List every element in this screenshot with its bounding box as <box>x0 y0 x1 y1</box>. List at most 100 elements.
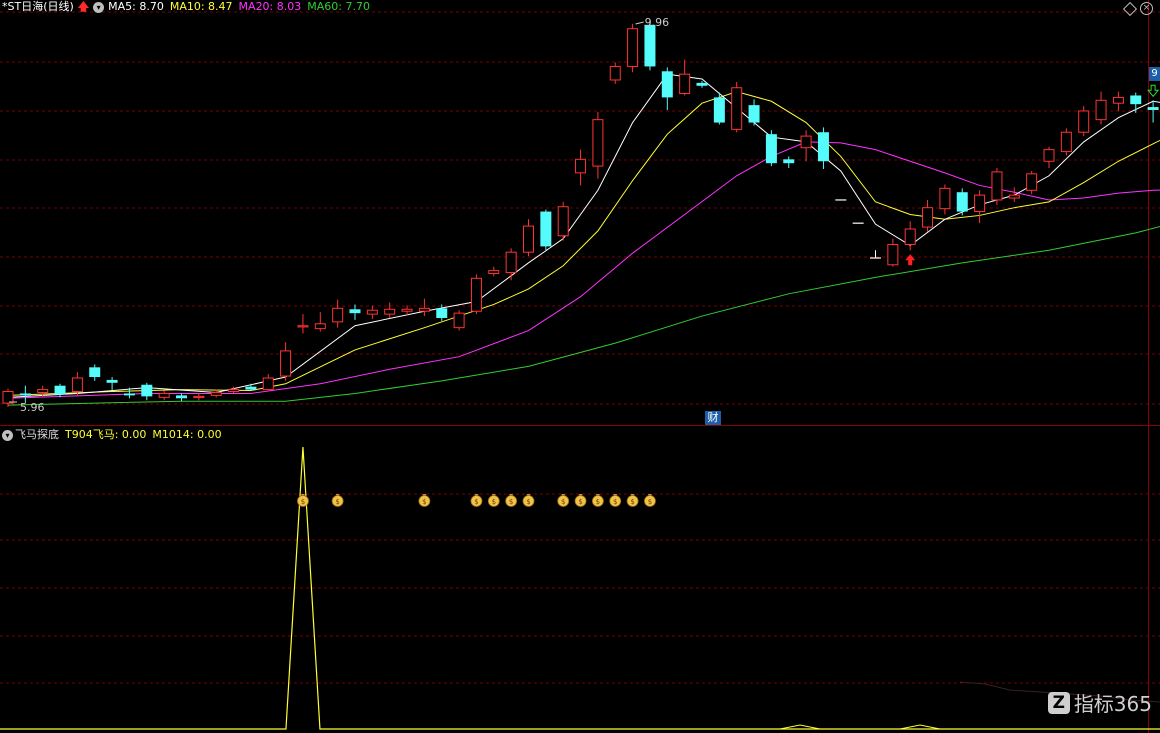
candle-body <box>1130 95 1142 105</box>
chart-window[interactable]: $ $ $ $ $ $ $ $ $ $ $ $ $ 9.96 5.96 *ST日海(日线) 🡅 ▾ MA5: 8… <box>0 0 1160 733</box>
sell-arrow-icon <box>1147 84 1160 98</box>
candle <box>991 168 1003 205</box>
candle-body <box>193 395 205 399</box>
ma20-value: MA20: 8.03 <box>238 0 302 13</box>
candle <box>349 304 361 320</box>
candle <box>54 383 66 398</box>
high-price-marker: 9.96 <box>645 16 670 29</box>
ma5-line <box>7 73 1160 398</box>
candle-body <box>106 379 118 383</box>
candle <box>332 299 344 328</box>
candle <box>609 62 621 84</box>
candle <box>956 188 968 216</box>
stock-name[interactable]: *ST日海 <box>2 0 43 14</box>
candle-body <box>505 251 517 274</box>
candle-body <box>922 207 934 228</box>
candle-body <box>748 105 760 123</box>
candle <box>800 130 812 162</box>
candle-body <box>314 323 326 330</box>
candle-body <box>800 135 812 149</box>
candle-body <box>228 389 240 393</box>
candle <box>488 266 500 277</box>
candle-body <box>349 309 361 314</box>
indicator-name[interactable]: 飞马探底 <box>15 428 59 442</box>
candle-body <box>280 350 292 377</box>
money-bag-icon: $ <box>522 494 535 507</box>
candle <box>418 298 430 317</box>
low-price-marker: 5.96 <box>20 401 45 414</box>
candle <box>748 99 760 126</box>
watermark-logo-icon: Z <box>1047 691 1070 714</box>
candle <box>106 377 118 391</box>
candle-body <box>765 134 777 164</box>
candle-body <box>974 194 986 213</box>
candle-body <box>384 308 396 315</box>
candle <box>210 389 222 398</box>
money-bag-symbol: $ <box>301 498 305 506</box>
candle <box>453 310 465 331</box>
indicator-settings-icon[interactable]: ▾ <box>2 429 13 441</box>
candle-body <box>956 192 968 212</box>
money-bag-icon: $ <box>505 494 518 507</box>
red-up-arrow-icon: 🡅 <box>77 0 90 13</box>
candle <box>1043 146 1055 169</box>
candle-body <box>418 307 430 312</box>
money-bag-icon: $ <box>592 494 604 507</box>
candle <box>1112 91 1124 111</box>
kline-chart-canvas[interactable]: $ $ $ $ $ $ $ $ $ $ $ $ $ 9.96 5.96 <box>0 0 1160 733</box>
ma10-value: MA10: 8.47 <box>169 0 233 13</box>
candle-body <box>332 307 344 323</box>
money-bag-icon: $ <box>470 494 483 507</box>
candle-body <box>141 384 153 397</box>
candle <box>523 219 534 257</box>
candle-body <box>176 395 187 399</box>
candle <box>679 59 691 96</box>
candle <box>887 238 899 267</box>
candle-body <box>1095 99 1107 121</box>
candle <box>262 374 274 392</box>
candle <box>245 383 257 391</box>
candle <box>540 209 552 251</box>
money-bag-symbol: $ <box>509 498 513 506</box>
candle-body <box>245 386 257 390</box>
candle-body <box>297 325 309 328</box>
candle-body <box>37 389 49 393</box>
candle-body <box>523 225 534 253</box>
candle-body <box>1078 110 1090 133</box>
candle <box>280 342 292 381</box>
finance-badge[interactable]: 财 <box>705 411 721 425</box>
candle-body <box>627 28 639 67</box>
candle-body <box>783 159 795 164</box>
money-bag-symbol: $ <box>422 498 426 506</box>
candle <box>176 393 187 402</box>
candle <box>922 199 934 232</box>
candle-body <box>644 24 656 67</box>
candle-body <box>679 73 691 95</box>
candle-body <box>1026 173 1038 191</box>
price-grid <box>0 0 1160 733</box>
ma10-line <box>7 91 1160 396</box>
settings-circle-icon[interactable]: ▾ <box>93 1 105 13</box>
candle <box>297 314 309 334</box>
price-edge-tag: 9 <box>1149 67 1160 81</box>
moving-average-lines <box>7 73 1160 406</box>
candle <box>939 184 951 215</box>
high-marker-line <box>635 21 644 25</box>
money-bag-symbol: $ <box>596 498 600 506</box>
candle-body <box>262 377 274 391</box>
m1014-value: M1014: 0.00 <box>152 428 222 441</box>
money-bag-icon: $ <box>644 494 656 507</box>
money-bag-icon: $ <box>297 494 309 507</box>
candle <box>89 364 101 381</box>
candle-body <box>609 65 621 81</box>
watermark-text: 指标365 <box>1073 692 1152 716</box>
candle <box>141 382 153 401</box>
candle <box>366 305 378 319</box>
money-bag-icon: $ <box>331 494 344 507</box>
candle-body <box>939 187 951 210</box>
close-icon[interactable]: × <box>1140 2 1153 15</box>
candle <box>765 130 777 167</box>
candle-body <box>713 97 725 123</box>
money-bag-symbol: $ <box>578 498 582 506</box>
period-label[interactable]: (日线) <box>43 0 74 14</box>
